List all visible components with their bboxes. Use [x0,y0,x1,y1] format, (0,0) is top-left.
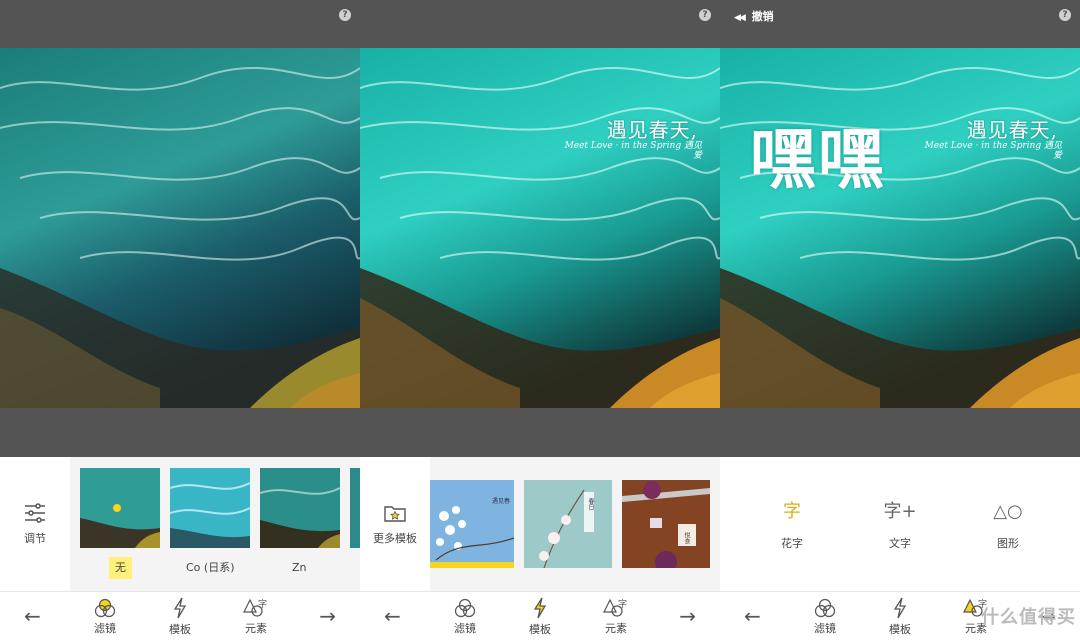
overlay-subtitle-cn: 遇见爱 [683,141,702,161]
filters-icon [454,598,476,617]
template-tray: 更多模板 遇见春 春日 悦食 [360,457,720,591]
templates-icon [533,597,547,618]
shape-label: 图形 [997,537,1019,550]
back-arrow-icon[interactable]: ← [384,604,401,628]
elements-icon: 字 [603,598,627,617]
nav-filters[interactable]: 滤镜 [448,592,482,640]
back-arrow-icon[interactable]: ← [744,604,761,628]
bottom-nav: ← 滤镜 模板 字 元素 → [360,591,720,640]
filter-tray: 调节 无 Co (日系) Zn [0,457,360,591]
text-tool[interactable]: 字+ 文字 [870,497,930,551]
fancy-text-label: 花字 [781,537,803,550]
nav-elements-label: 元素 [245,621,267,635]
undo-label: 撤销 [751,10,774,23]
canvas-band [0,408,360,457]
nav-elements-label: 元素 [605,621,627,635]
filter-thumb-none[interactable] [80,468,160,548]
filter-thumb-partial[interactable] [350,468,360,548]
screens: ? 调节 无 Co (日系) Zn ← 滤镜 模板 字 元素 → ? 遇见春天,… [0,0,1080,640]
more-templates-label: 更多模板 [373,532,417,545]
filters-icon [814,598,836,617]
templates-icon [173,597,187,618]
screen-templates: ? 遇见春天, Meet Love · in the Spring 遇见爱 更多… [360,0,720,640]
nav-templates-label: 模板 [169,622,191,636]
svg-text:字: 字 [258,598,267,610]
filter-label-zn: Zn [292,561,307,574]
overlay-subtitle-en: Meet Love · in the Spring [564,141,682,151]
nav-elements[interactable]: 字 元素 [599,592,633,640]
undo-button[interactable]: ◀◀ 撤销 [734,8,774,24]
top-bar: ◀◀ 撤销 ? [720,0,1080,48]
more-templates-button[interactable]: 更多模板 [360,457,430,591]
top-bar: ? [360,0,720,48]
undo-icon: ◀◀ [734,13,746,23]
help-icon[interactable]: ? [1059,9,1071,21]
fancy-text-icon: 字 [783,501,801,522]
nav-filters-label: 滤镜 [454,621,476,635]
next-arrow-icon[interactable]: → [679,604,696,628]
elements-tray: 字 花字 字+ 文字 △○ 图形 [720,457,1080,591]
screen-elements: ◀◀ 撤销 ? 嘿嘿 遇见春天, Meet Love · in the Spri… [720,0,1080,640]
screen-filters: ? 调节 无 Co (日系) Zn ← 滤镜 模板 字 元素 → [0,0,360,640]
bottom-nav: ← 滤镜 模板 字 元素 → [0,591,360,640]
overlay-subtitle-en: Meet Love · in the Spring [924,141,1042,151]
nav-templates[interactable]: 模板 [523,592,557,640]
text-label: 文字 [889,537,911,550]
template-card-3[interactable]: 悦食 [622,480,710,568]
overlay-title[interactable]: 遇见春天, [607,114,698,143]
filter-thumb-co[interactable] [170,468,250,548]
overlay-title[interactable]: 遇见春天, [967,114,1058,143]
overlay-big-text[interactable]: 嘿嘿 [750,106,886,202]
filter-label-co: Co (日系) [186,561,235,574]
nav-templates-label: 模板 [889,622,911,636]
watermark: 什么值得买 [981,607,1076,628]
nav-filters[interactable]: 滤镜 [808,592,842,640]
nav-templates[interactable]: 模板 [883,592,917,640]
next-arrow-icon[interactable]: → [319,604,336,628]
overlay-subtitle[interactable]: Meet Love · in the Spring 遇见爱 [562,141,702,161]
adjust-label: 调节 [24,532,46,545]
filter-label-none: 无 [109,557,132,579]
nav-filters[interactable]: 滤镜 [88,592,122,640]
fancy-text-tool[interactable]: 字 花字 [762,497,822,551]
templates-icon [893,597,907,618]
shape-icon: △○ [993,501,1023,522]
adjust-button[interactable]: 调节 [0,457,70,591]
overlay-subtitle[interactable]: Meet Love · in the Spring 遇见爱 [922,141,1062,161]
template-2-caption: 春日 [587,498,594,510]
nav-elements[interactable]: 字 元素 [239,592,273,640]
overlay-subtitle-cn: 遇见爱 [1043,141,1062,161]
template-card-1[interactable]: 遇见春 [430,480,514,568]
template-3-caption: 悦食 [683,532,690,544]
help-icon[interactable]: ? [699,9,711,21]
svg-text:字: 字 [618,598,627,610]
template-card-2[interactable]: 春日 [524,480,612,568]
nav-templates-label: 模板 [529,622,551,636]
photo-canvas[interactable]: 嘿嘿 遇见春天, Meet Love · in the Spring 遇见爱 [720,48,1080,408]
photo-canvas[interactable] [0,48,360,408]
top-bar: ? [0,0,360,48]
nav-filters-label: 滤镜 [94,621,116,635]
shape-tool[interactable]: △○ 图形 [978,497,1038,551]
canvas-band [360,408,720,457]
nav-filters-label: 滤镜 [814,621,836,635]
sliders-icon [25,503,45,523]
filter-thumb-zn[interactable] [260,468,340,548]
filters-icon [94,598,116,617]
photo-canvas[interactable]: 遇见春天, Meet Love · in the Spring 遇见爱 [360,48,720,408]
text-icon: 字+ [883,501,917,522]
template-1-caption: 遇见春 [492,498,511,505]
canvas-band [720,408,1080,457]
folder-star-icon [384,506,406,522]
nav-templates[interactable]: 模板 [163,592,197,640]
back-arrow-icon[interactable]: ← [24,604,41,628]
help-icon[interactable]: ? [339,9,351,21]
elements-icon: 字 [243,598,267,617]
